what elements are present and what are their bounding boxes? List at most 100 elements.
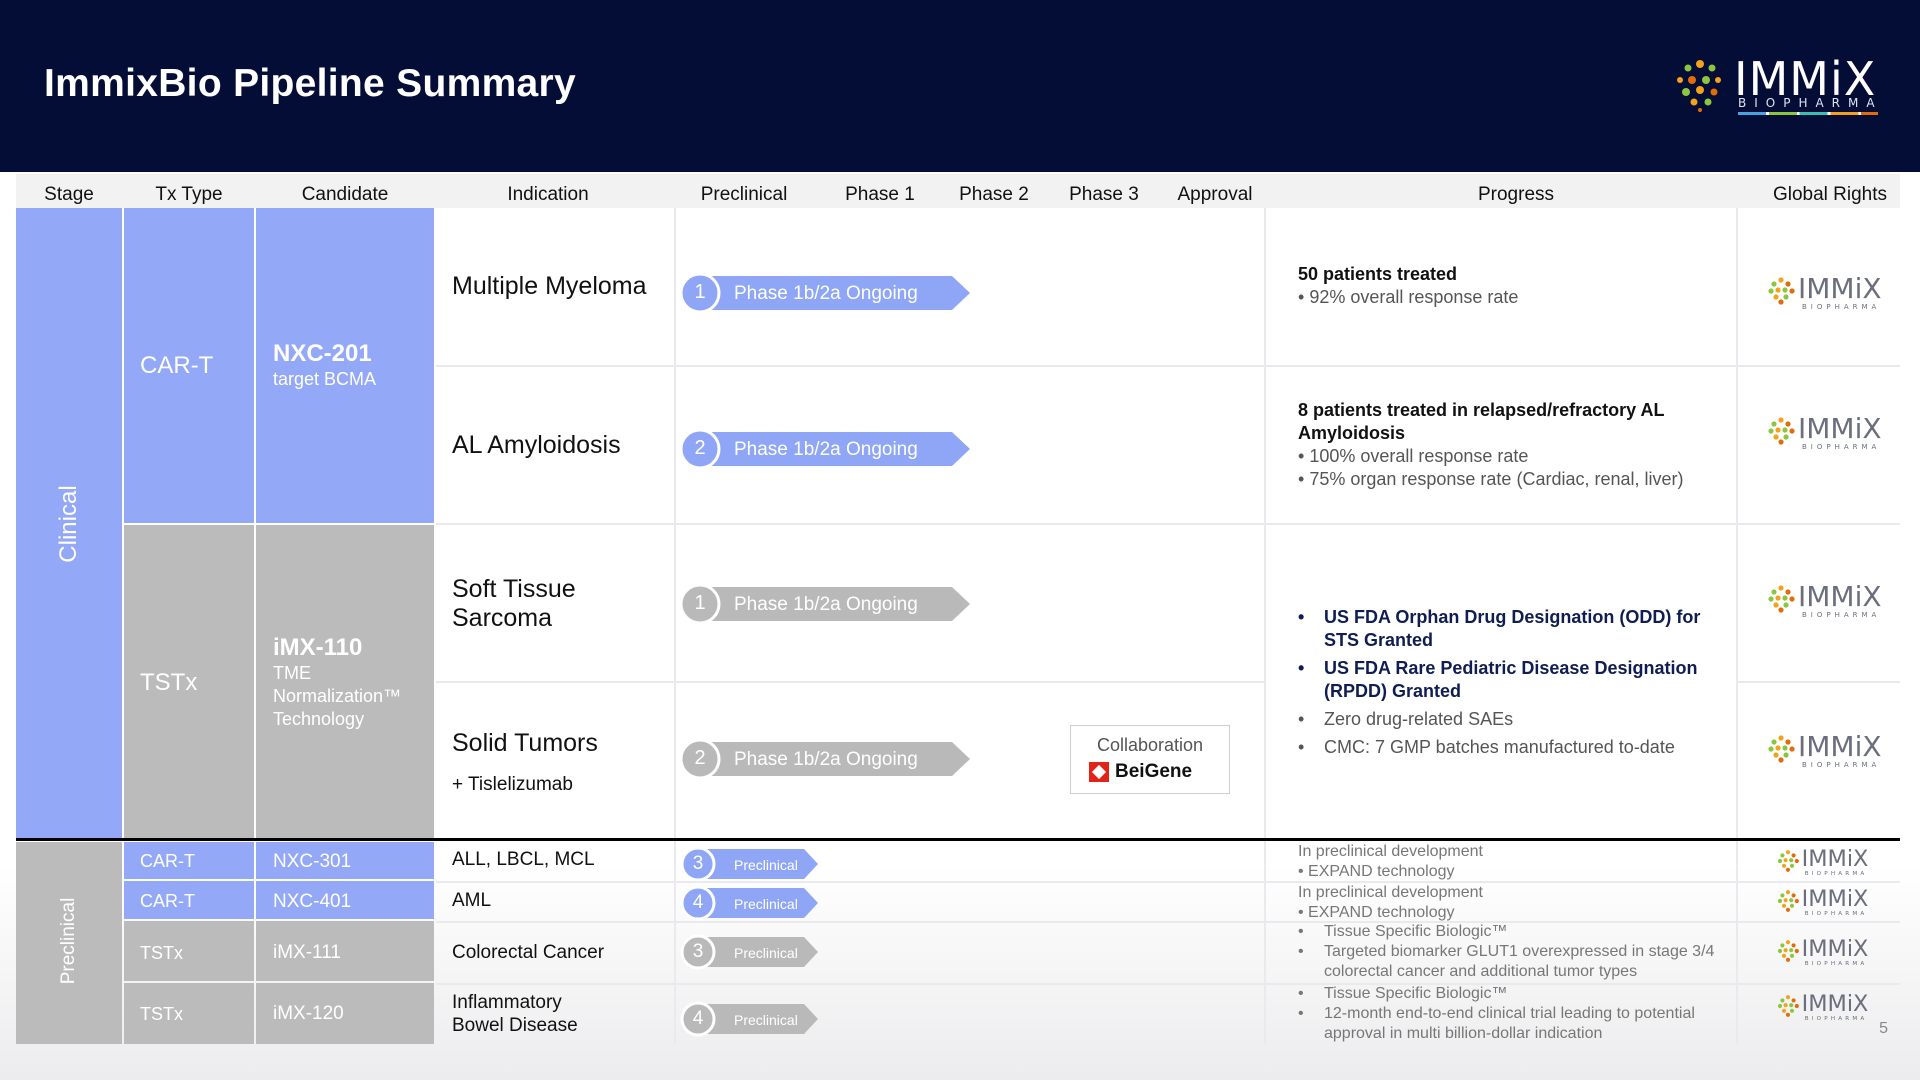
pre-progress-line: In preclinical development xyxy=(1298,843,1483,860)
pre-progress-bullet: EXPAND technology xyxy=(1298,903,1738,923)
immix-logo-small: IMMiX BIOPHARMA xyxy=(1776,991,1872,1026)
pre-pill-number: 4 xyxy=(692,892,704,913)
immix-dots-icon xyxy=(1777,890,1799,913)
progress-al-bullet-1: 100% overall response rate xyxy=(1298,445,1728,468)
immix-logo-small: IMMiX BIOPHARMA xyxy=(1776,936,1872,971)
pre-tx-label: CAR-T xyxy=(140,891,195,911)
immix-dots-icon xyxy=(1768,417,1795,445)
row-divider xyxy=(436,365,1900,367)
pre-candidate-name: NXC-401 xyxy=(273,891,352,912)
col-phase1: Phase 1 xyxy=(845,184,915,205)
progress-tstx-saes: • Zero drug-related SAEs xyxy=(1298,709,1514,729)
collaboration-box: Collaboration BeiGene xyxy=(1070,725,1230,794)
stage-clinical-label: Clinical xyxy=(55,485,82,563)
logo-subtitle-small: BIOPHARMA xyxy=(1802,443,1881,451)
immix-dots-icon xyxy=(1777,850,1799,873)
pre-indication: ALL, LBCL, MCL xyxy=(452,849,595,870)
indication-multiple-myeloma: Multiple Myeloma xyxy=(452,272,647,300)
pre-tx-label: TSTx xyxy=(140,1004,183,1024)
logo-wordmark-small: IMMiX xyxy=(1798,730,1882,763)
immix-logo-small: IMMiX BIOPHARMA xyxy=(1776,886,1872,921)
progress-al-bullet-2: 75% organ response rate (Cardiac, renal,… xyxy=(1298,468,1728,491)
pre-progress-2: In preclinical development EXPAND techno… xyxy=(1298,883,1738,923)
pre-pill-number: 3 xyxy=(692,941,704,962)
immix-logo-small: IMMiX BIOPHARMA xyxy=(1776,846,1872,881)
immix-dots-icon xyxy=(1768,585,1795,613)
pre-progress-line: In preclinical development xyxy=(1298,884,1483,901)
logo-wordmark-small: IMMiX xyxy=(1801,886,1869,912)
tx-cart-label: CAR-T xyxy=(140,352,214,379)
logo-subtitle-small: BIOPHARMA xyxy=(1804,1015,1868,1022)
col-phase3: Phase 3 xyxy=(1069,184,1139,205)
col-approval: Approval xyxy=(1177,184,1253,205)
phase-pill-sts-number: 1 xyxy=(694,592,706,614)
pre-progress-3: • Tissue Specific Biologic™ • Targeted bio… xyxy=(1298,922,1738,982)
col-indication: Indication xyxy=(507,184,589,205)
pre-candidate-name: NXC-301 xyxy=(273,851,352,872)
progress-tstx-odd-text: US FDA Orphan Drug Designation (ODD) for… xyxy=(1324,607,1701,650)
pre-progress-1: In preclinical development EXPAND techno… xyxy=(1298,842,1738,882)
candidate-imx110-name: iMX-110 xyxy=(273,634,363,661)
phase-pill-sts-label: Phase 1b/2a Ongoing xyxy=(734,594,918,615)
logo-underline xyxy=(1738,112,1878,115)
progress-tstx: • US FDA Orphan Drug Designation (ODD) fo… xyxy=(1298,606,1728,759)
logo-wordmark-small: IMMiX xyxy=(1798,580,1882,613)
logo-wordmark-small: IMMiX xyxy=(1798,412,1882,445)
progress-tstx-rpdd-text: US FDA Rare Pediatric Disease Designatio… xyxy=(1324,658,1698,701)
progress-al-head: 8 patients treated in relapsed/refractor… xyxy=(1298,400,1665,443)
pre-indication: AML xyxy=(452,890,492,911)
logo-subtitle-small: BIOPHARMA xyxy=(1804,960,1868,967)
col-tx-type: Tx Type xyxy=(155,184,223,205)
row-divider xyxy=(1736,681,1900,683)
progress-mm-bullet: 92% overall response rate xyxy=(1298,286,1728,309)
logo-wordmark-small: IMMiX xyxy=(1801,936,1869,962)
indication-solid-tumors: Solid Tumors xyxy=(452,729,598,757)
tx-tstx-label: TSTx xyxy=(140,669,198,696)
pre-pill-number: 4 xyxy=(692,1008,704,1029)
pre-progress-item: • Targeted biomarker GLUT1 overexpressed … xyxy=(1298,943,1715,980)
progress-tstx-cmc: • CMC: 7 GMP batches manufactured to-date xyxy=(1298,737,1675,757)
indication-tislelizumab: + Tislelizumab xyxy=(452,774,573,795)
immix-logo-small: IMMiX BIOPHARMA xyxy=(1766,272,1886,316)
pre-progress-item: • 12-month end-to-end clinical trial lead… xyxy=(1298,1005,1695,1042)
pre-tx-label: CAR-T xyxy=(140,851,195,871)
logo-wordmark-small: IMMiX xyxy=(1801,846,1869,872)
page-title: ImmixBio Pipeline Summary xyxy=(44,62,577,105)
candidate-imx110-desc: TME Normalization™ Technology xyxy=(273,663,402,729)
phase-pill-mm-label: Phase 1b/2a Ongoing xyxy=(734,283,918,304)
logo-subtitle-small: BIOPHARMA xyxy=(1804,910,1868,917)
phase-pill-solid-number: 2 xyxy=(694,747,706,769)
pre-progress-text: Targeted biomarker GLUT1 overexpressed i… xyxy=(1324,943,1715,980)
col-divider xyxy=(674,208,676,1044)
pre-pill-label: Preclinical xyxy=(734,896,798,912)
progress-tstx-odd: • US FDA Orphan Drug Designation (ODD) fo… xyxy=(1298,607,1701,650)
phase-pill-solid-label: Phase 1b/2a Ongoing xyxy=(734,749,918,770)
phase-pill-mm-number: 1 xyxy=(694,281,706,303)
pre-pill-label: Preclinical xyxy=(734,1012,798,1028)
page-number: 5 xyxy=(1879,1020,1888,1037)
immix-dots-icon xyxy=(1777,940,1799,963)
col-divider xyxy=(1264,208,1266,1044)
immix-logo-small: IMMiX BIOPHARMA xyxy=(1766,730,1886,774)
progress-tstx-rpdd: • US FDA Rare Pediatric Disease Designati… xyxy=(1298,658,1698,701)
logo-wordmark-small: IMMiX xyxy=(1798,272,1882,305)
immix-dots-icon xyxy=(1677,60,1721,112)
phase-pill-al-number: 2 xyxy=(694,437,706,459)
phase-pill-al-label: Phase 1b/2a Ongoing xyxy=(734,439,918,460)
indication-soft-tissue-sarcoma: Soft Tissue Sarcoma xyxy=(452,575,576,632)
progress-al: 8 patients treated in relapsed/refractor… xyxy=(1298,399,1728,491)
pre-pill-label: Preclinical xyxy=(734,945,798,961)
candidate-nxc201-target: target BCMA xyxy=(273,369,377,389)
pre-pill-label: Preclinical xyxy=(734,857,798,873)
progress-tstx-saes-text: Zero drug-related SAEs xyxy=(1324,709,1514,729)
logo-wordmark-small: IMMiX xyxy=(1801,991,1869,1017)
col-preclinical: Preclinical xyxy=(700,184,788,205)
logo-subtitle-small: BIOPHARMA xyxy=(1802,761,1881,769)
row-divider xyxy=(436,681,1264,683)
immix-logo-small: IMMiX BIOPHARMA xyxy=(1766,412,1886,456)
stage-preclinical-label: Preclinical xyxy=(58,897,79,985)
immix-logo-small: IMMiX BIOPHARMA xyxy=(1766,580,1886,624)
pre-indication: Inflammatory Bowel Disease xyxy=(452,992,578,1036)
pre-progress-text: 12-month end-to-end clinical trial leadi… xyxy=(1324,1005,1695,1042)
immix-logo: IMMiX BIOPHARMA xyxy=(1672,52,1882,122)
